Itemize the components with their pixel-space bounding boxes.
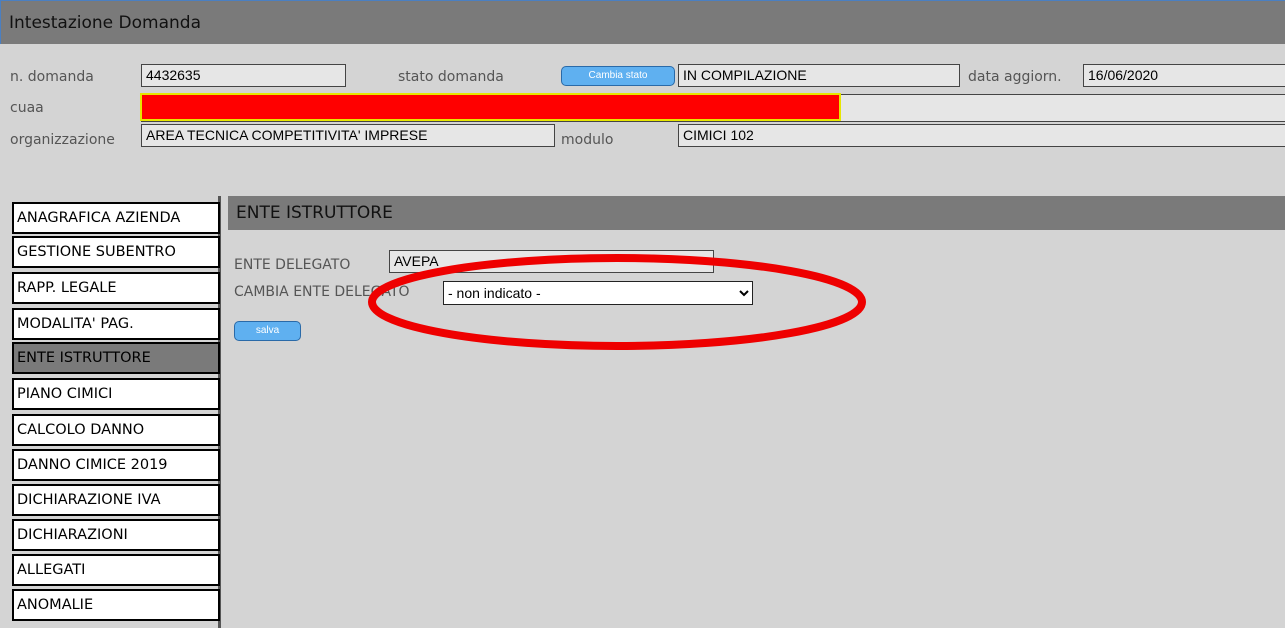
sidebar-divider [220, 196, 228, 628]
sidebar-item-calcolo-danno[interactable]: CALCOLO DANNO [12, 414, 220, 446]
cambia-stato-button[interactable]: Cambia stato [561, 66, 675, 86]
sidebar-item-rapp-legale[interactable]: RAPP. LEGALE [12, 272, 220, 304]
header-bar: Intestazione Domanda [0, 0, 1285, 44]
stato-domanda-label: stato domanda [398, 69, 504, 85]
section-title: ENTE ISTRUTTORE [236, 203, 393, 223]
ente-delegato-field[interactable]: AVEPA [389, 250, 714, 273]
ente-delegato-label: ENTE DELEGATO [234, 257, 351, 273]
page-title: Intestazione Domanda [9, 13, 201, 33]
sidebar-item-piano-cimici[interactable]: PIANO CIMICI [12, 378, 220, 410]
sidebar-item-ente-istruttore[interactable]: ENTE ISTRUTTORE [12, 342, 220, 374]
sidebar-item-allegati[interactable]: ALLEGATI [12, 554, 220, 586]
numero-domanda-field[interactable]: 4432635 [141, 64, 346, 87]
cambia-ente-delegato-label: CAMBIA ENTE DELEGATO [234, 284, 410, 300]
sidebar-item-modalita-pag[interactable]: MODALITA' PAG. [12, 308, 220, 340]
section-title-bar: ENTE ISTRUTTORE [228, 196, 1285, 230]
sidebar-item-anagrafica-azienda[interactable]: ANAGRAFICA AZIENDA [12, 202, 220, 234]
data-aggiornamento-field[interactable]: 16/06/2020 [1083, 64, 1285, 87]
sidebar-item-danno-cimice-2019[interactable]: DANNO CIMICE 2019 [12, 449, 220, 481]
modulo-label: modulo [561, 132, 614, 148]
modulo-field[interactable]: CIMICI 102 [678, 124, 1285, 147]
organizzazione-label: organizzazione [10, 132, 115, 148]
sidebar-item-dichiarazioni[interactable]: DICHIARAZIONI [12, 519, 220, 551]
sidebar-item-anomalie[interactable]: ANOMALIE [12, 589, 220, 621]
sidebar: ANAGRAFICA AZIENDA GESTIONE SUBENTRO RAP… [8, 196, 220, 628]
data-aggiornamento-label: data aggiorn. [968, 69, 1062, 85]
save-button[interactable]: salva [234, 321, 301, 341]
sidebar-item-dichiarazione-iva[interactable]: DICHIARAZIONE IVA [12, 484, 220, 516]
cuaa-redaction [140, 93, 841, 121]
cambia-ente-delegato-select[interactable]: - non indicato - [443, 281, 753, 305]
stato-domanda-field[interactable]: IN COMPILAZIONE [678, 64, 960, 87]
numero-domanda-label: n. domanda [10, 69, 94, 85]
cuaa-label: cuaa [10, 100, 44, 116]
sidebar-item-gestione-subentro[interactable]: GESTIONE SUBENTRO [12, 236, 220, 268]
organizzazione-field[interactable]: AREA TECNICA COMPETITIVITA' IMPRESE [141, 124, 555, 147]
